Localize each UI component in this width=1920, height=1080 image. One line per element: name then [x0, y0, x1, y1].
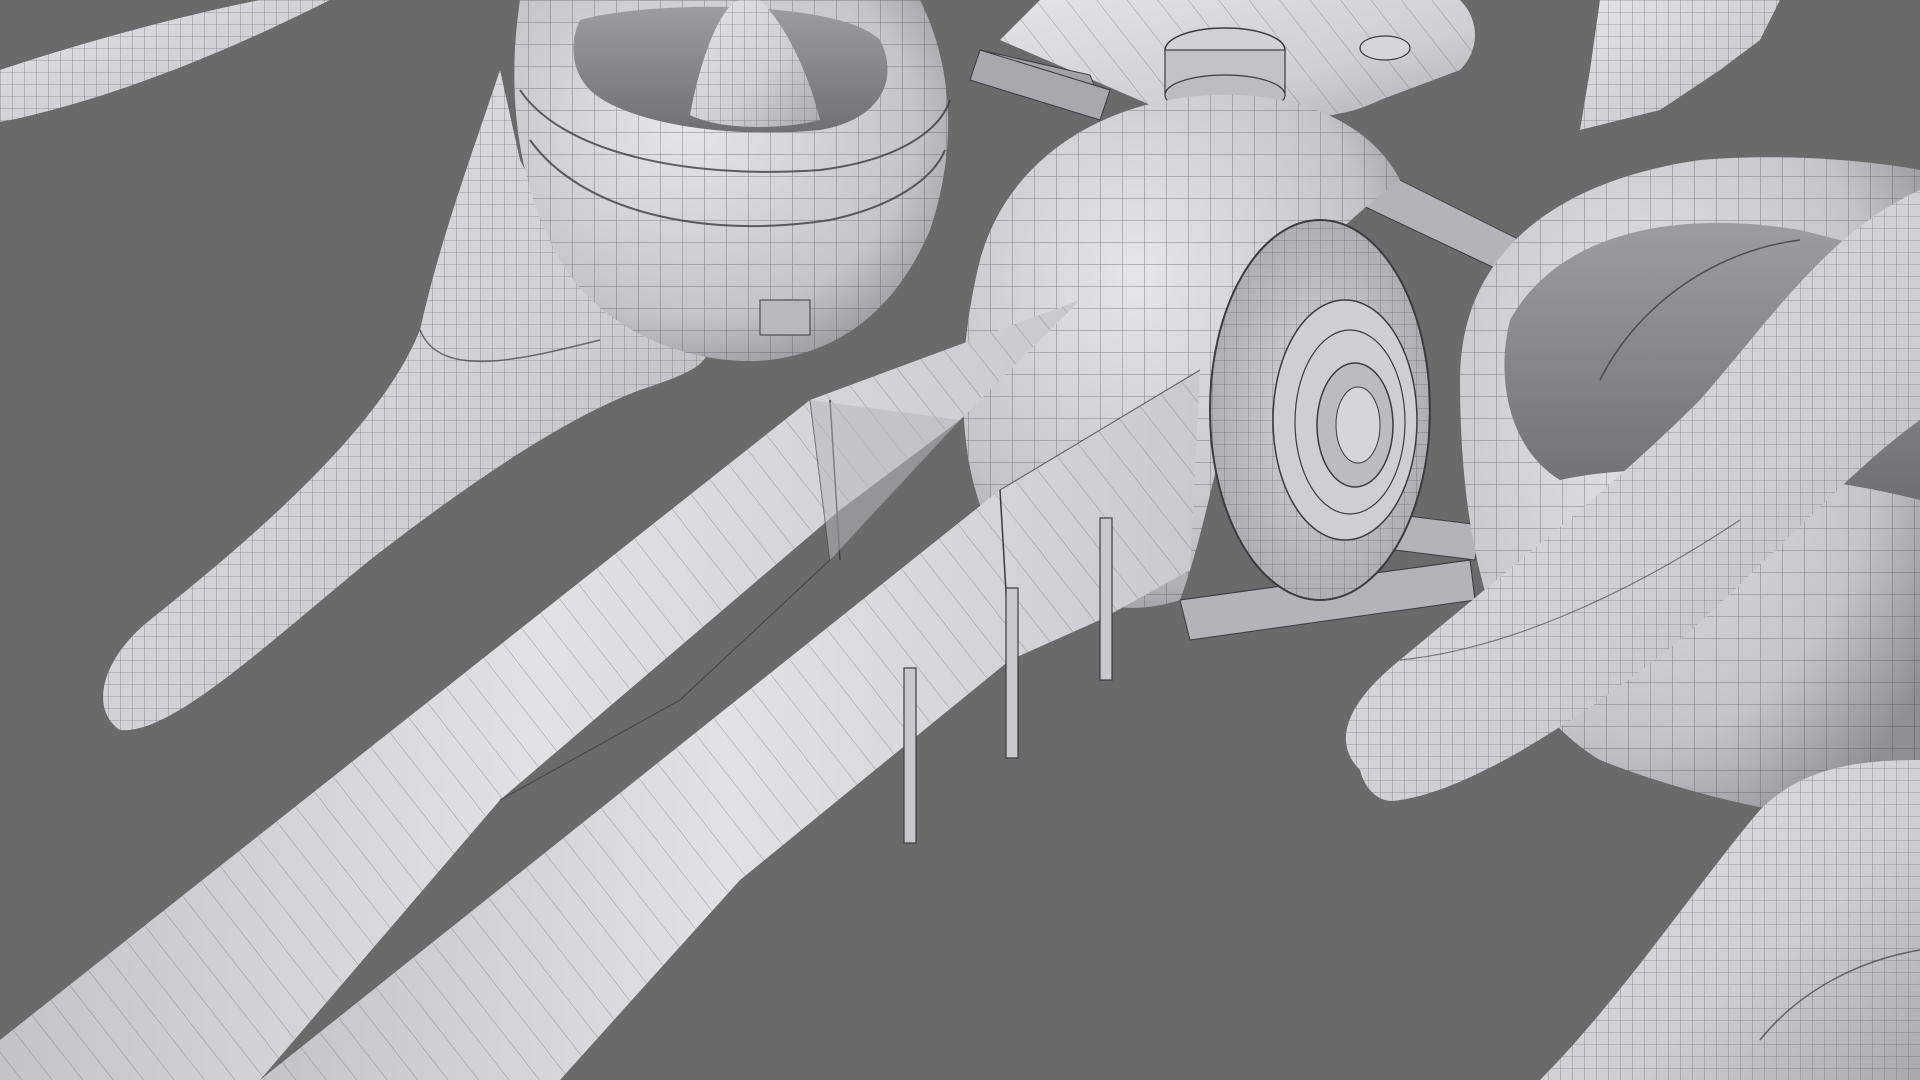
render-viewport	[0, 0, 1920, 1080]
wireframe-render	[0, 0, 1920, 1080]
hub-disc	[1209, 219, 1431, 601]
